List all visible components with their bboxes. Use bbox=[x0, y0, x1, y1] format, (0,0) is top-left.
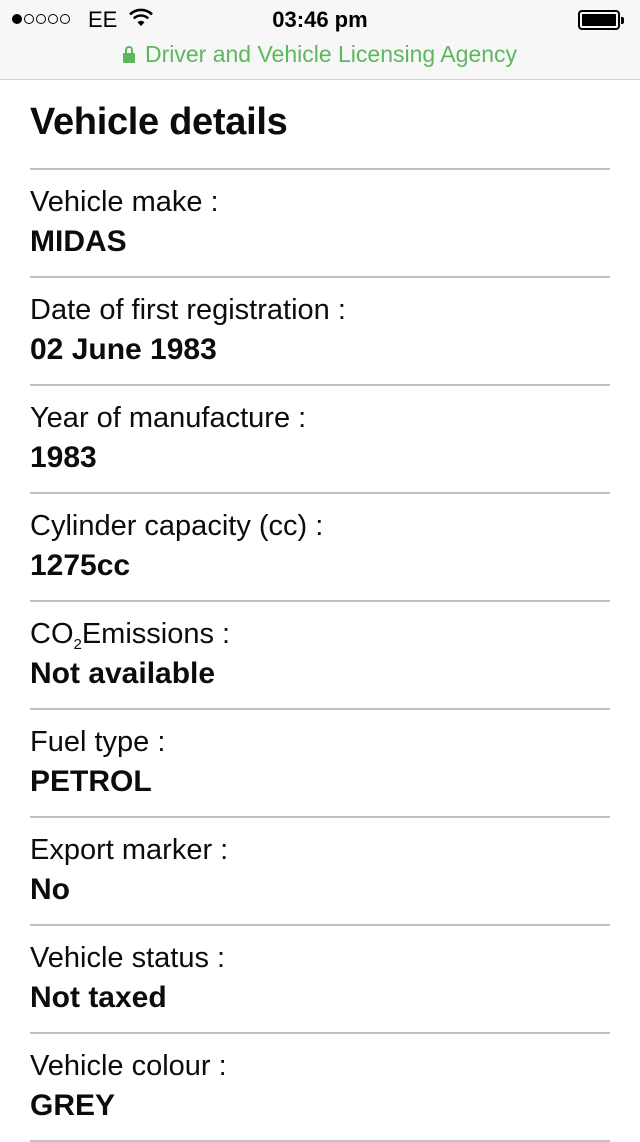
detail-label: Cylinder capacity (cc) : bbox=[30, 510, 324, 542]
lock-icon bbox=[122, 46, 135, 63]
detail-row-fuel-type: Fuel type : PETROL bbox=[30, 710, 610, 818]
detail-label: Fuel type : bbox=[30, 726, 166, 758]
address-bar[interactable]: Driver and Vehicle Licensing Agency bbox=[0, 38, 640, 70]
co2-subscript: 2 bbox=[73, 636, 82, 653]
detail-label: CO2Emissions : bbox=[30, 614, 610, 654]
detail-row-export-marker: Export marker : No bbox=[30, 818, 610, 926]
detail-label: Year of manufacture : bbox=[30, 402, 307, 434]
detail-value: Not available bbox=[30, 657, 216, 690]
co2-prefix: CO bbox=[30, 618, 74, 650]
detail-row-vehicle-colour: Vehicle colour : GREY bbox=[30, 1034, 610, 1142]
main-content: Vehicle details Vehicle make : MIDAS Dat… bbox=[30, 80, 610, 1142]
detail-row-first-registration: Date of first registration : 02 June 198… bbox=[30, 278, 610, 386]
detail-row-cylinder-capacity: Cylinder capacity (cc) : 1275cc bbox=[30, 494, 610, 602]
detail-value: Not taxed bbox=[30, 981, 167, 1014]
detail-value: PETROL bbox=[30, 765, 152, 798]
detail-row-vehicle-status: Vehicle status : Not taxed bbox=[30, 926, 610, 1034]
detail-value: 02 June 1983 bbox=[30, 333, 217, 366]
status-bar: EE 03:46 pm Driver and Vehicle Licensing… bbox=[0, 0, 640, 80]
detail-label: Vehicle colour : bbox=[30, 1050, 227, 1082]
battery-icon bbox=[578, 10, 624, 30]
detail-value: 1983 bbox=[30, 441, 97, 474]
status-time: 03:46 pm bbox=[272, 7, 368, 32]
page-title: Vehicle details bbox=[30, 80, 610, 170]
detail-row-vehicle-make: Vehicle make : MIDAS bbox=[30, 170, 610, 278]
detail-value: MIDAS bbox=[30, 225, 127, 258]
detail-label: Export marker : bbox=[30, 834, 229, 866]
site-name: Driver and Vehicle Licensing Agency bbox=[144, 41, 518, 67]
detail-label: Vehicle make : bbox=[30, 186, 219, 218]
detail-value: GREY bbox=[30, 1089, 116, 1122]
detail-row-co2-emissions: CO2Emissions : Not available bbox=[30, 602, 610, 710]
detail-value: 1275cc bbox=[30, 549, 131, 582]
detail-label: Date of first registration : bbox=[30, 294, 346, 326]
co2-suffix: Emissions : bbox=[81, 618, 231, 650]
detail-label: Vehicle status : bbox=[30, 942, 226, 974]
detail-value: No bbox=[30, 873, 70, 906]
detail-row-year-of-manufacture: Year of manufacture : 1983 bbox=[30, 386, 610, 494]
